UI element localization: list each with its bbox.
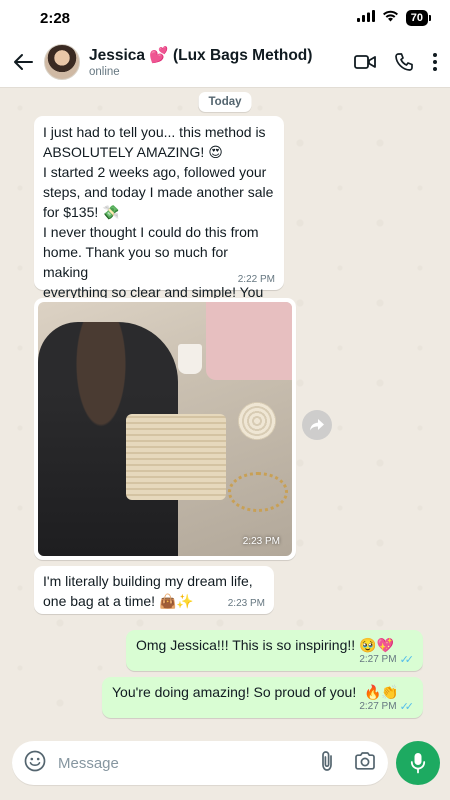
more-options-icon[interactable] xyxy=(432,52,438,72)
incoming-message[interactable]: I just had to tell you... this method is… xyxy=(34,116,284,320)
message-time: 2:23 PM xyxy=(227,598,265,609)
message-time: 2:27 PM ✓✓ xyxy=(359,700,414,713)
incoming-message[interactable]: I'm literally building my dream life, on… xyxy=(34,566,274,614)
photo-time: 2:23 PM xyxy=(242,536,280,547)
chat-area[interactable]: Today I just had to tell you... this met… xyxy=(0,88,450,734)
date-chip: Today xyxy=(198,92,252,112)
status-time: 2:28 xyxy=(40,9,71,27)
mic-icon xyxy=(410,753,426,774)
read-ticks-icon: ✓✓ xyxy=(399,654,415,666)
contact-name: Jessica 💕 (Lux Bags Method) xyxy=(89,46,313,64)
shared-photo[interactable]: 2:23 PM xyxy=(38,302,292,556)
status-icons: 70 xyxy=(356,9,432,27)
message-box xyxy=(12,741,388,785)
video-call-icon[interactable] xyxy=(354,54,376,70)
contact-info[interactable]: Jessica 💕 (Lux Bags Method) online xyxy=(89,46,354,78)
message-time: 2:22 PM xyxy=(237,274,275,285)
message-box-icons xyxy=(320,750,376,777)
message-time: 2:27 PM ✓✓ xyxy=(359,653,414,666)
battery-indicator: 70 xyxy=(405,10,432,26)
header-actions xyxy=(354,52,438,72)
camera-icon[interactable] xyxy=(354,751,376,776)
read-ticks-icon: ✓✓ xyxy=(399,701,415,713)
outgoing-message[interactable]: You're doing amazing! So proud of you! 🔥… xyxy=(102,677,423,718)
message-text: You're doing amazing! So proud of you! 🔥… xyxy=(112,684,399,700)
avatar[interactable] xyxy=(44,43,80,80)
message-input[interactable] xyxy=(58,754,320,772)
chat-header: Jessica 💕 (Lux Bags Method) online xyxy=(0,36,450,88)
wifi-icon xyxy=(382,9,399,27)
incoming-photo-message[interactable]: 2:23 PM xyxy=(34,298,296,560)
back-arrow-icon[interactable] xyxy=(10,49,36,75)
message-text: I just had to tell you... this method is… xyxy=(43,124,274,320)
signal-icon xyxy=(356,9,375,27)
status-bar: 2:28 70 xyxy=(0,0,450,36)
input-bar xyxy=(0,734,450,800)
attach-icon[interactable] xyxy=(320,750,334,777)
forward-icon[interactable] xyxy=(302,410,332,440)
contact-status: online xyxy=(89,65,120,78)
phone-icon[interactable] xyxy=(394,52,414,72)
emoji-icon[interactable] xyxy=(24,750,46,777)
mic-button[interactable] xyxy=(396,741,440,785)
message-text: Omg Jessica!!! This is so inspiring!! 🥹💖 xyxy=(136,637,394,653)
outgoing-message[interactable]: Omg Jessica!!! This is so inspiring!! 🥹💖… xyxy=(126,630,423,671)
